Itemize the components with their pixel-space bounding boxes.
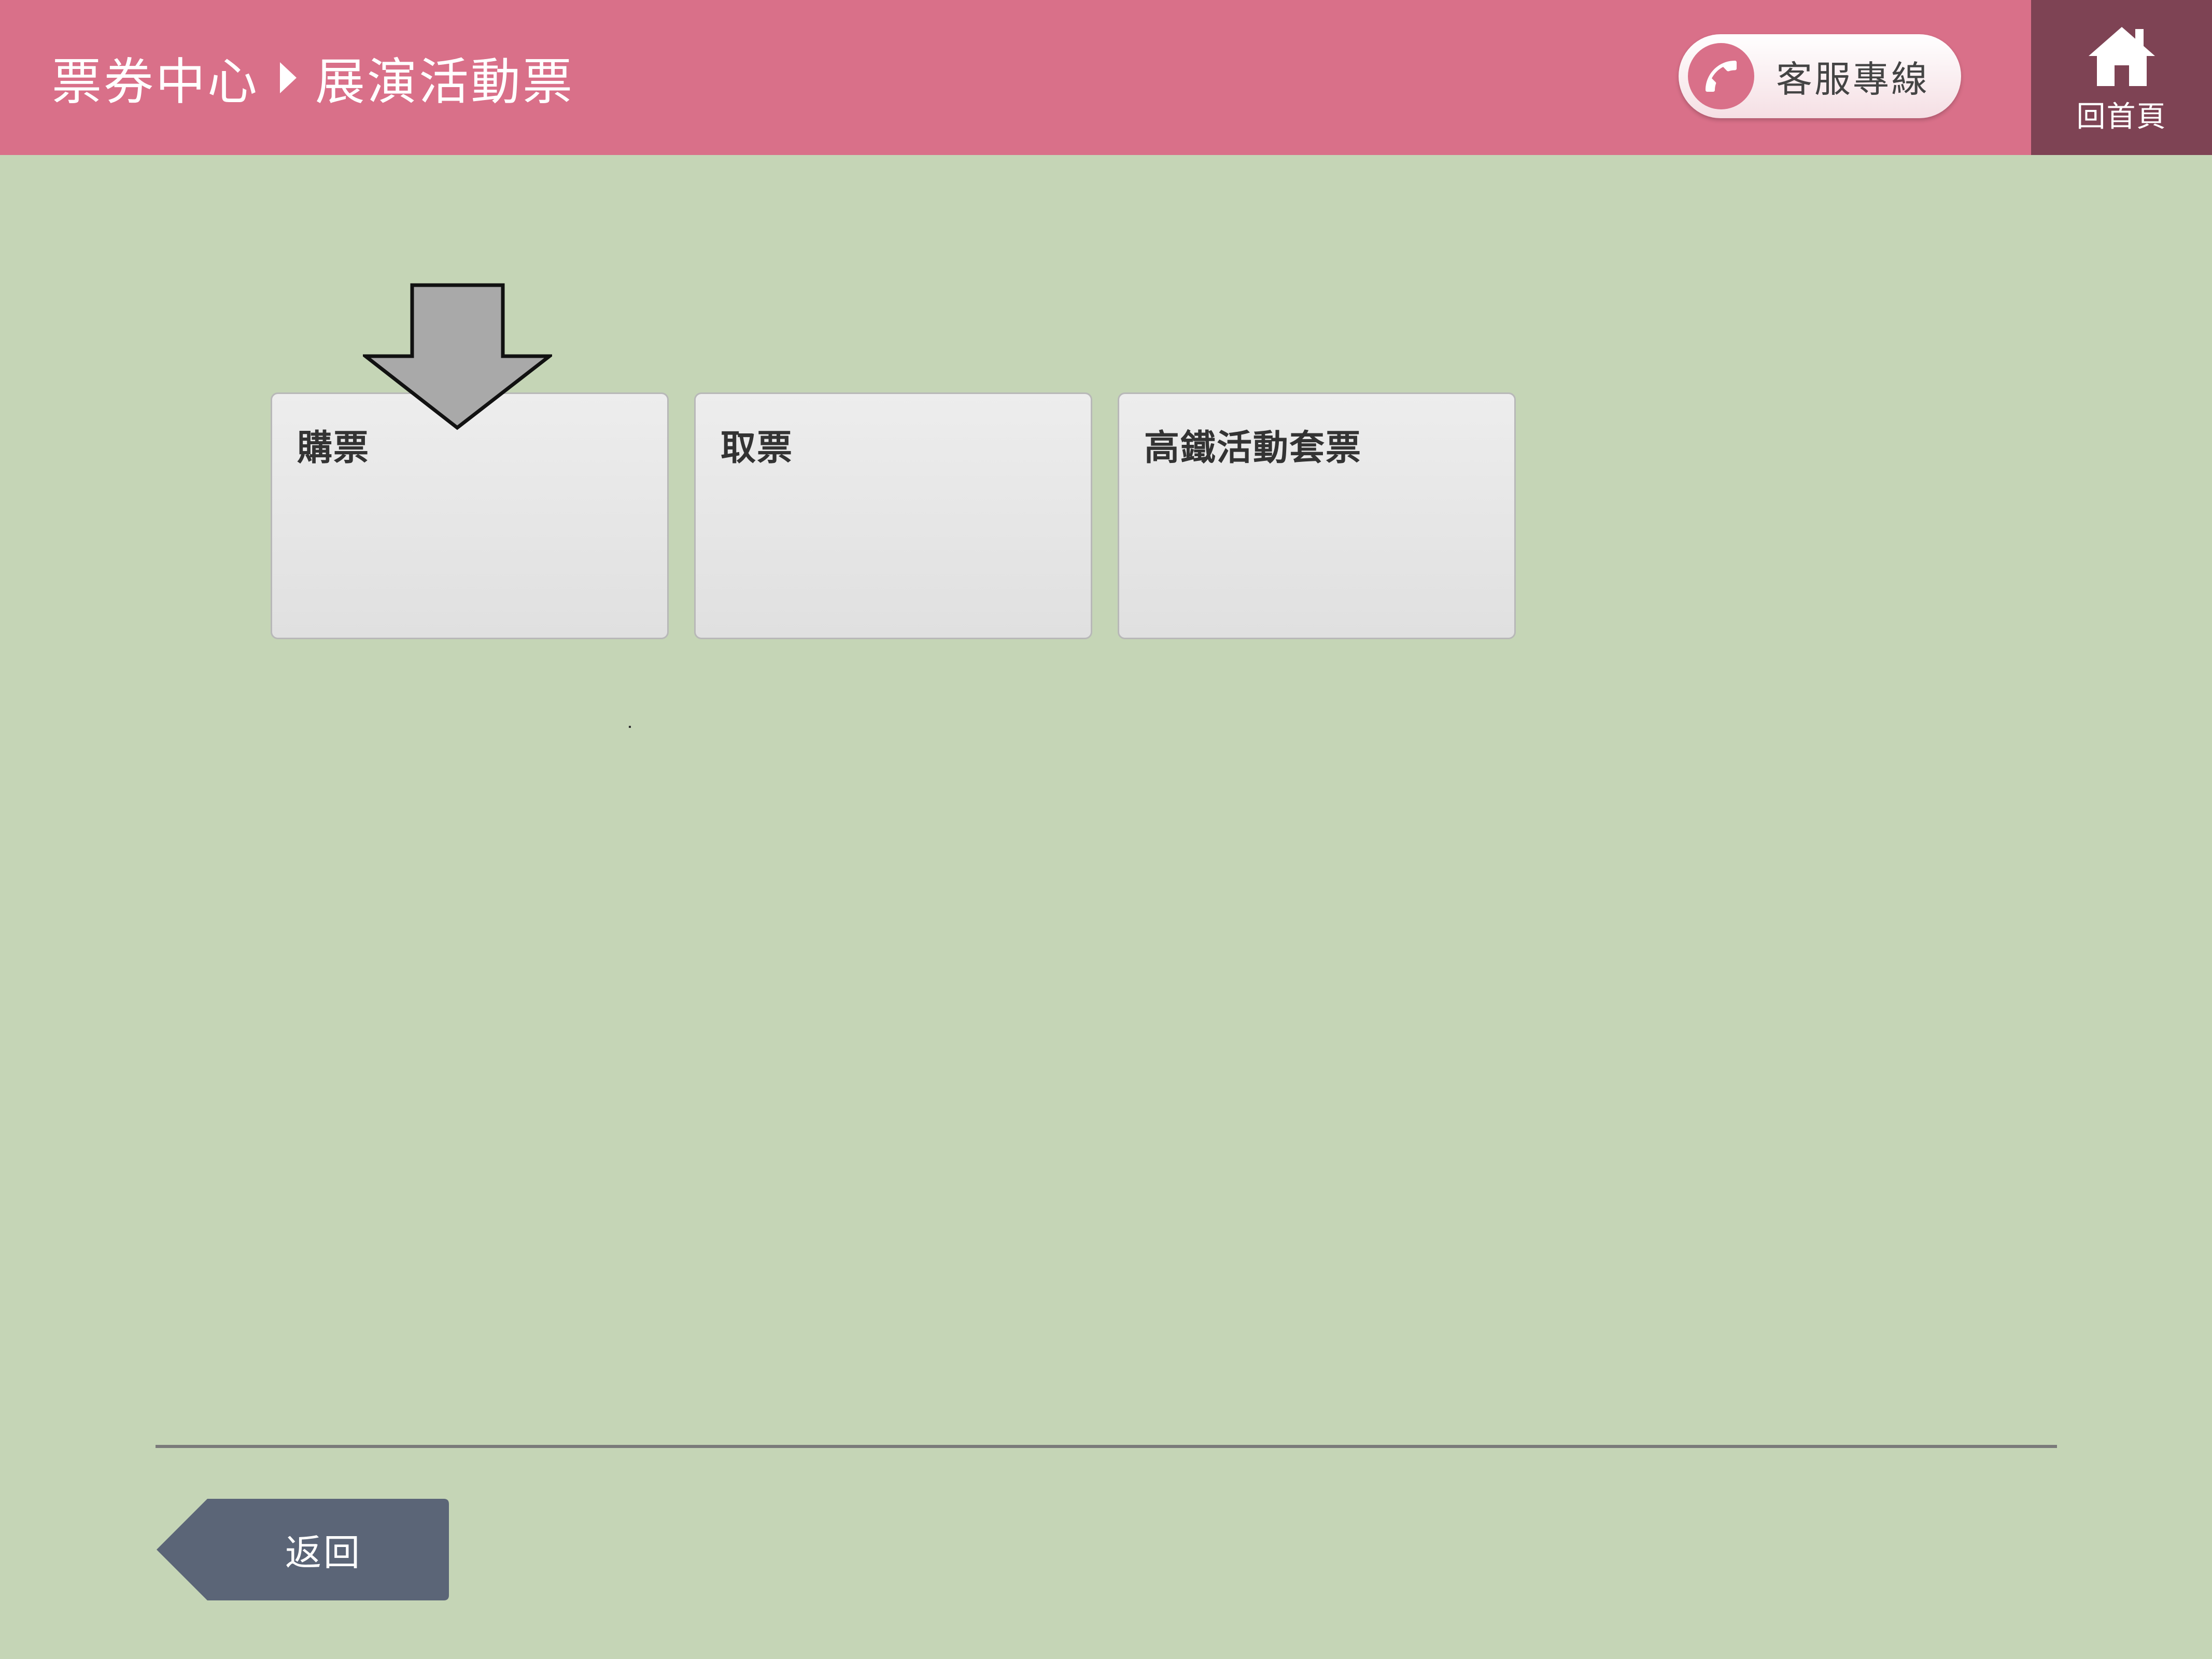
header-bar: 票券中心 展演活動票 客服專線 (0, 0, 2031, 155)
tile-label: 購票 (297, 428, 370, 469)
customer-service-button[interactable]: 客服專線 (1679, 34, 1961, 118)
tile-label: 高鐵活動套票 (1144, 428, 1362, 469)
pickup-ticket-tile[interactable]: 取票 (694, 392, 1092, 639)
phone-icon (1688, 43, 1754, 109)
kiosk-screen: 票券中心 展演活動票 客服專線 回首頁 購票 取票 高鐵活動套票 返回 (0, 0, 2212, 1659)
home-label: 回首頁 (2076, 100, 2167, 134)
back-button[interactable]: 返回 (156, 1498, 450, 1601)
buy-ticket-tile[interactable]: 購票 (271, 392, 669, 639)
breadcrumb: 票券中心 展演活動票 (52, 0, 574, 155)
breadcrumb-current: 展演活動票 (315, 53, 574, 111)
breadcrumb-parent[interactable]: 票券中心 (52, 41, 259, 114)
tile-label: 取票 (721, 428, 794, 469)
home-icon (2088, 26, 2156, 89)
back-label: 返回 (285, 1531, 362, 1574)
customer-service-label: 客服專線 (1776, 58, 1929, 101)
footer-divider (156, 1445, 2057, 1448)
breadcrumb-separator-icon (280, 62, 297, 93)
hsr-package-ticket-tile[interactable]: 高鐵活動套票 (1118, 392, 1516, 639)
home-button[interactable]: 回首頁 (2031, 0, 2212, 155)
stray-dot (629, 726, 631, 728)
